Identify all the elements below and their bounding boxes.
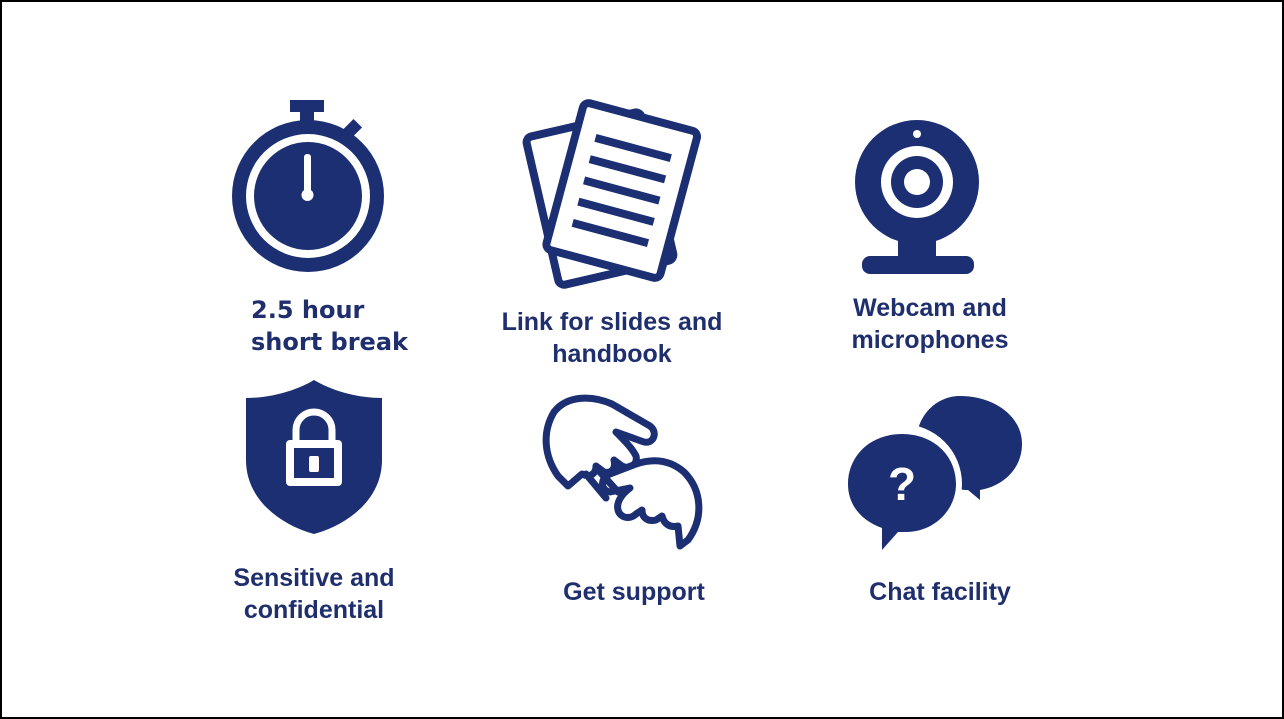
stopwatch-icon	[230, 96, 390, 276]
caption-line: 2.5 hour	[251, 296, 365, 324]
caption-line: Webcam and	[853, 294, 1007, 322]
caption-line: confidential	[243, 596, 385, 624]
caption-line: Link for slides and	[501, 308, 723, 336]
webcam-icon	[848, 118, 988, 278]
slide: 2.5 hour short break Link for slides and…	[0, 0, 1284, 719]
caption-line: Chat facility	[869, 578, 1011, 606]
svg-text:?: ?	[888, 458, 916, 510]
caption-sensitive: Sensitive and confidential	[204, 562, 424, 626]
caption-line: handbook	[552, 340, 672, 368]
shield-lock-icon	[244, 378, 384, 538]
caption-support: Get support	[534, 576, 734, 608]
caption-line: Sensitive and	[233, 564, 395, 592]
caption-chat: Chat facility	[830, 576, 1050, 608]
helping-hands-icon	[538, 390, 710, 558]
caption-break: 2.5 hour short break	[251, 294, 408, 358]
caption-line: short break	[251, 328, 408, 356]
documents-icon	[522, 94, 702, 289]
caption-webcam: Webcam and microphones	[820, 292, 1040, 356]
caption-line: Get support	[563, 578, 705, 606]
caption-line: microphones	[851, 326, 1009, 354]
caption-slides: Link for slides and handbook	[492, 306, 732, 370]
chat-bubbles-icon: ?	[844, 394, 1028, 554]
